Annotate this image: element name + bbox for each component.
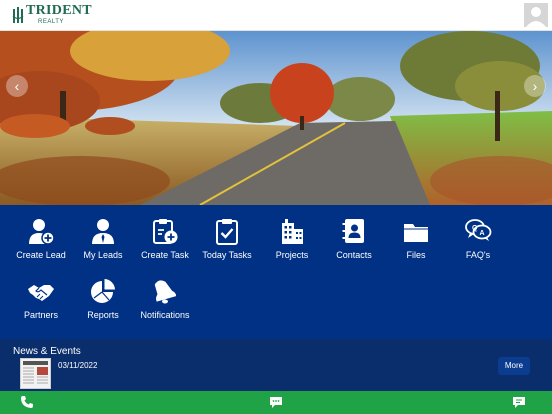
- menu-files[interactable]: Files: [385, 217, 447, 269]
- svg-text:A: A: [480, 230, 485, 237]
- top-header: TRIDENT REALTY: [0, 0, 552, 31]
- hero-next-button[interactable]: ›: [524, 75, 546, 97]
- menu-label: Projects: [275, 250, 309, 260]
- autumn-road-scene: [0, 31, 552, 205]
- files-icon: [404, 224, 428, 242]
- menu-today-tasks[interactable]: Today Tasks: [196, 217, 258, 269]
- news-events-section: News & Events 03/11/2022 More: [0, 339, 552, 391]
- menu-label: Contacts: [336, 250, 372, 260]
- create-task-icon: [153, 219, 178, 244]
- phone-icon[interactable]: [20, 395, 34, 409]
- app-screen: TRIDENT REALTY ‹ › Create Lead My Leads …: [0, 0, 552, 414]
- menu-create-lead[interactable]: Create Lead: [10, 217, 72, 269]
- trident-realty-logo[interactable]: TRIDENT REALTY: [12, 4, 92, 26]
- menu-label: Create Task: [141, 250, 189, 260]
- projects-icon: [282, 219, 303, 244]
- menu-reports[interactable]: Reports: [72, 277, 134, 329]
- menu-projects[interactable]: Projects: [261, 217, 323, 269]
- menu-label: Reports: [87, 310, 119, 320]
- menu-label: Partners: [23, 310, 58, 320]
- reports-icon: [91, 279, 115, 303]
- hero-banner-image[interactable]: ‹ ›: [0, 31, 552, 205]
- main-menu-grid: Create Lead My Leads Create Task Today T…: [0, 205, 552, 339]
- today-tasks-icon: [216, 219, 238, 245]
- news-date: 03/11/2022: [58, 361, 98, 370]
- logo-subtitle: REALTY: [38, 19, 64, 25]
- menu-label: Today Tasks: [202, 250, 252, 260]
- my-leads-icon: [92, 219, 114, 244]
- chat-icon[interactable]: [512, 395, 526, 409]
- contacts-icon: [342, 219, 364, 243]
- menu-label: Notifications: [140, 310, 190, 320]
- news-thumbnail-image[interactable]: [20, 358, 51, 389]
- menu-label: My Leads: [83, 250, 123, 260]
- menu-label: Files: [406, 250, 426, 260]
- hero-prev-button[interactable]: ‹: [6, 75, 28, 97]
- menu-partners[interactable]: Partners: [10, 277, 72, 329]
- menu-create-task[interactable]: Create Task: [134, 217, 196, 269]
- menu-faqs[interactable]: Q A FAQ's: [447, 217, 509, 269]
- faq-icon: Q A: [465, 219, 492, 241]
- sms-icon[interactable]: [269, 395, 283, 409]
- create-lead-icon: [29, 219, 55, 245]
- svg-text:Q: Q: [472, 225, 478, 232]
- menu-contacts[interactable]: Contacts: [323, 217, 385, 269]
- menu-notifications[interactable]: Notifications: [134, 277, 196, 329]
- news-more-button[interactable]: More: [498, 357, 530, 375]
- notifications-icon: [154, 280, 177, 304]
- menu-my-leads[interactable]: My Leads: [72, 217, 134, 269]
- user-avatar-icon[interactable]: [524, 3, 548, 27]
- logo-name: TRIDENT: [26, 3, 92, 18]
- news-section-title: News & Events: [13, 346, 81, 357]
- menu-label: FAQ's: [465, 250, 491, 260]
- partners-icon: [28, 285, 54, 301]
- bottom-action-bar: [0, 391, 552, 414]
- menu-label: Create Lead: [16, 250, 66, 260]
- logo-mark-icon: [12, 7, 24, 23]
